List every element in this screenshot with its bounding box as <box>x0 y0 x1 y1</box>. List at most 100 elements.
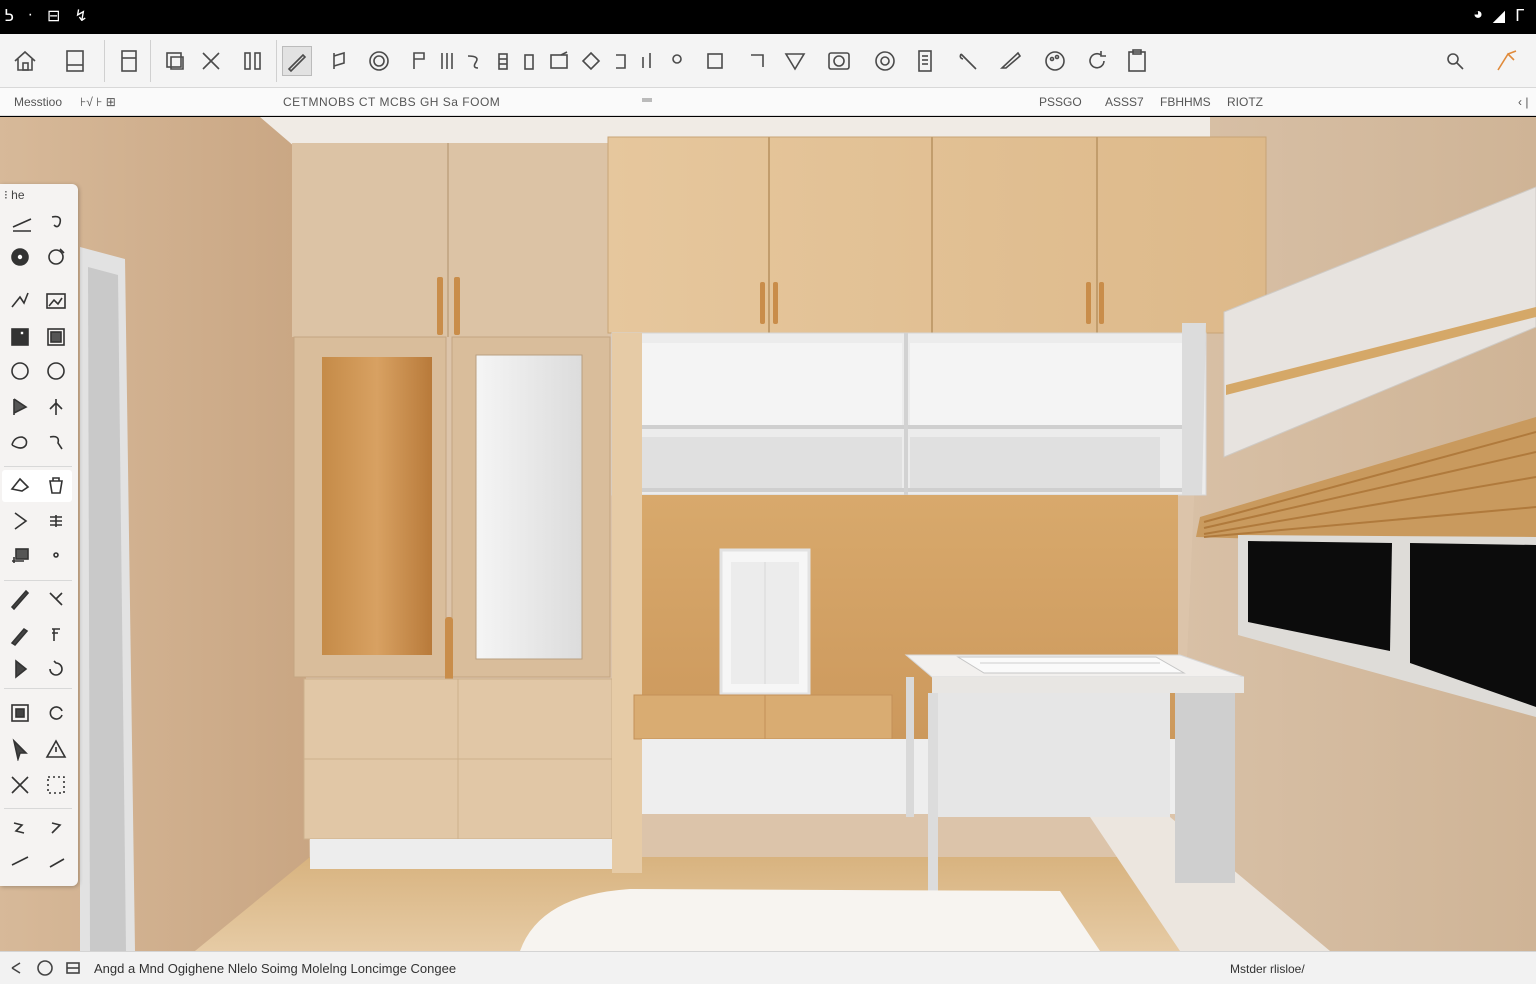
drag-handle[interactable] <box>642 98 652 102</box>
home-icon[interactable] <box>10 46 40 76</box>
section-icon[interactable] <box>4 540 36 570</box>
info-icon[interactable] <box>36 959 56 979</box>
eye-icon[interactable] <box>4 242 36 272</box>
refresh-icon[interactable] <box>1082 46 1112 76</box>
orbit-icon[interactable] <box>40 242 72 272</box>
bucket-icon[interactable] <box>40 470 72 500</box>
line-icon[interactable] <box>4 846 36 876</box>
toolbar-separator <box>276 40 277 82</box>
system-right-icons: ◕ ◢ ᒥ <box>1473 6 1524 26</box>
draw-line-icon[interactable] <box>6 208 38 238</box>
line-icon[interactable] <box>632 46 662 76</box>
pen-icon[interactable] <box>4 286 36 316</box>
point-icon[interactable] <box>40 540 72 570</box>
menu-item[interactable]: FBHHMS <box>1160 95 1211 109</box>
ellipse-icon[interactable] <box>40 356 72 386</box>
circle-icon[interactable] <box>364 46 394 76</box>
camera-icon[interactable] <box>824 46 854 76</box>
square-icon[interactable] <box>700 46 730 76</box>
status-message: Angd a Mnd Oɡighene Nlelo Soimg Molelng … <box>94 961 457 976</box>
loop-icon[interactable] <box>40 698 72 728</box>
book-icon[interactable] <box>910 46 940 76</box>
close-icon[interactable] <box>196 46 226 76</box>
menu-left-glyphs[interactable]: ⊦√ ⊦ ⊞ <box>80 95 116 109</box>
menu-bar: Messtioo ⊦√ ⊦ ⊞ CETMNOBS CT MCBS GH Sa F… <box>0 88 1536 116</box>
brush-icon[interactable] <box>4 620 36 650</box>
flag-icon[interactable] <box>4 392 36 422</box>
shape-icon[interactable] <box>4 428 36 458</box>
toolbar-separator <box>150 40 151 82</box>
menu-item[interactable]: ASSS7 <box>1105 95 1144 109</box>
push-pull-icon[interactable] <box>324 46 354 76</box>
menu-left-label[interactable]: Messtioo <box>14 95 62 109</box>
panel-icon[interactable] <box>60 46 90 76</box>
edit-icon[interactable] <box>40 620 72 650</box>
rect-icon[interactable] <box>544 46 574 76</box>
scale-icon[interactable] <box>40 392 72 422</box>
menu-item[interactable]: RIOTZ <box>1227 95 1263 109</box>
measurement-label: Mstder rlisloe/ <box>1230 962 1305 976</box>
corner-icon[interactable] <box>742 46 772 76</box>
search-icon[interactable] <box>1440 46 1470 76</box>
system-glyph: · <box>27 6 33 23</box>
tool-palette: ⁝ he <box>0 184 78 886</box>
undo-icon[interactable] <box>8 959 28 979</box>
arrow-icon[interactable] <box>4 654 36 684</box>
play-icon[interactable] <box>4 506 36 536</box>
document-title: CETMNOBS CT MCBS GH Sa FOOM <box>283 95 501 109</box>
group-icon[interactable] <box>4 698 36 728</box>
tape-icon[interactable] <box>996 46 1026 76</box>
eraser-icon[interactable] <box>4 470 36 500</box>
pencil-icon[interactable] <box>282 46 312 76</box>
layers-icon[interactable] <box>64 959 84 979</box>
box-icon[interactable] <box>160 46 190 76</box>
paint-icon[interactable] <box>4 584 36 614</box>
rotate-icon[interactable] <box>40 654 72 684</box>
grid-icon[interactable] <box>40 506 72 536</box>
orbit-icon[interactable] <box>1492 46 1522 76</box>
toolbar-separator <box>104 40 105 82</box>
room-scene <box>0 117 1536 951</box>
flag-icon[interactable] <box>404 46 434 76</box>
menu-item[interactable]: PSSGO <box>1039 95 1082 109</box>
bin-icon[interactable] <box>514 46 544 76</box>
cross-icon[interactable] <box>4 770 36 800</box>
status-bar: Angd a Mnd Oɡighene Nlelo Soimg Molelng … <box>0 951 1536 984</box>
clipboard-icon[interactable] <box>1122 46 1152 76</box>
3d-viewport[interactable]: ⁝ he <box>0 117 1536 951</box>
system-bar: ᕊ · ⊟ ↯ ◕ ◢ ᒥ <box>0 0 1536 34</box>
system-glyph: ↯ <box>74 8 88 25</box>
triangle-icon[interactable] <box>780 46 810 76</box>
slash-icon[interactable] <box>40 846 72 876</box>
text-icon[interactable] <box>40 812 72 842</box>
dots-icon[interactable] <box>40 770 72 800</box>
cabinet-icon[interactable] <box>114 46 144 76</box>
dot-icon[interactable] <box>662 46 692 76</box>
target-icon[interactable] <box>870 46 900 76</box>
palette-icon[interactable] <box>1040 46 1070 76</box>
main-toolbar <box>0 34 1536 88</box>
lasso-icon[interactable] <box>40 208 72 238</box>
select-icon[interactable] <box>4 734 36 764</box>
arc-icon[interactable] <box>458 46 488 76</box>
circle-icon[interactable] <box>4 356 36 386</box>
signal-glyph: ◢ <box>1492 8 1506 25</box>
diamond-icon[interactable] <box>576 46 606 76</box>
collapse-icon[interactable]: ‹ | <box>1518 95 1528 109</box>
system-glyph: ⊟ <box>46 8 61 25</box>
warning-icon[interactable] <box>40 734 72 764</box>
image-icon[interactable] <box>40 286 72 316</box>
wrench-icon[interactable] <box>954 46 984 76</box>
palette-divider <box>4 466 72 467</box>
wave-icon[interactable] <box>4 812 36 842</box>
frame-icon[interactable] <box>40 322 72 352</box>
system-glyph: ᕊ <box>4 8 14 25</box>
cut-icon[interactable] <box>40 584 72 614</box>
palette-divider <box>4 808 72 809</box>
layer-icon[interactable] <box>4 322 36 352</box>
sketch-icon[interactable] <box>40 428 72 458</box>
system-left-icons: ᕊ · ⊟ ↯ <box>4 6 88 26</box>
columns-icon[interactable] <box>238 46 268 76</box>
status-glyph: ◕ <box>1473 6 1483 23</box>
palette-divider <box>4 688 72 689</box>
